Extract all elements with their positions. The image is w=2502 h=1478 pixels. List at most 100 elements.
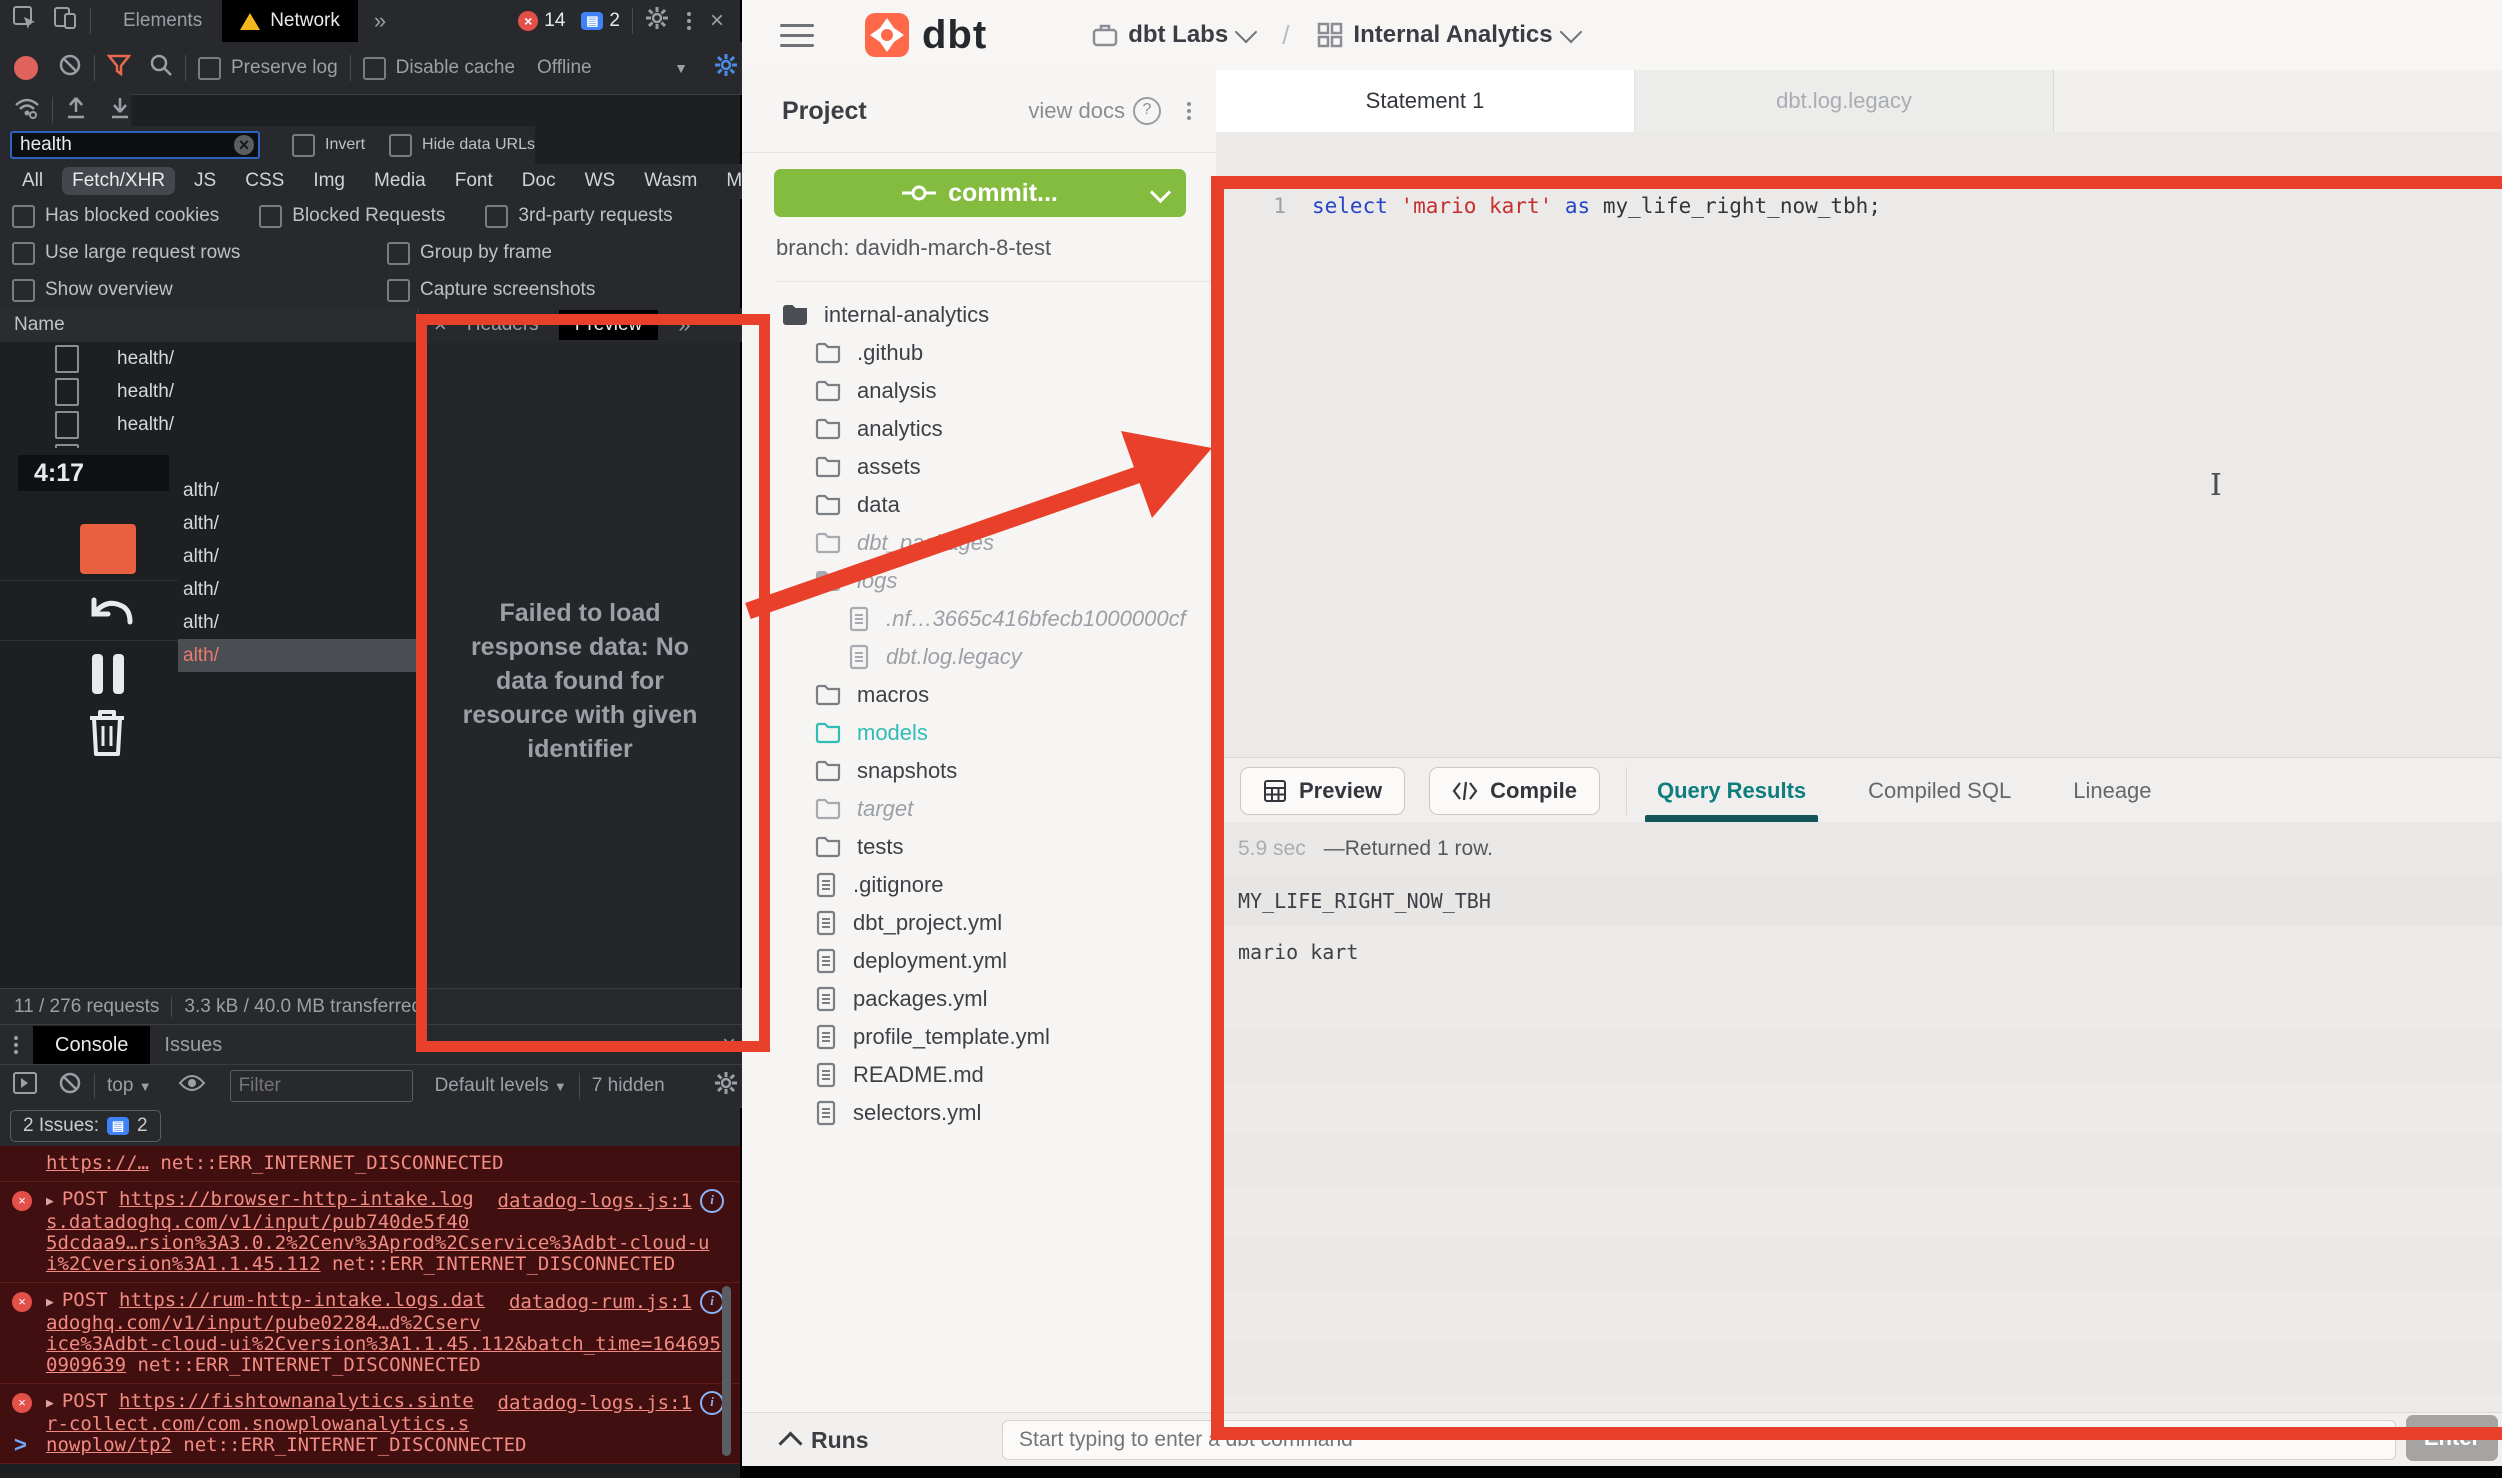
tree-item-target[interactable]: target (742, 790, 1216, 828)
tab-network[interactable]: Network (222, 0, 358, 42)
type-filter-doc[interactable]: Doc (512, 167, 566, 195)
error-count-badge[interactable]: × 14 (518, 10, 565, 32)
type-filter-css[interactable]: CSS (235, 167, 294, 195)
project-switcher[interactable]: Internal Analytics (1317, 21, 1578, 49)
request-row[interactable]: health/ (0, 408, 418, 441)
network-filter-input[interactable] (10, 131, 260, 159)
record-icon[interactable] (14, 56, 38, 80)
invert-checkbox[interactable]: Invert (292, 134, 365, 157)
commit-button[interactable]: commit... (774, 169, 1186, 217)
tree-item-models[interactable]: models (742, 714, 1216, 752)
tree-item-logs[interactable]: logs (742, 562, 1216, 600)
request-row[interactable]: health/ (0, 342, 418, 375)
close-detail-icon[interactable]: × (434, 312, 447, 338)
tree-item-dbt_project.yml[interactable]: dbt_project.yml (742, 904, 1216, 942)
context-select[interactable]: top ▼ (107, 1075, 152, 1097)
console-filter-input[interactable] (230, 1070, 413, 1102)
issues-chip[interactable]: 2 Issues: ▤ 2 (10, 1110, 161, 1142)
source-file-link[interactable]: datadog-rum.js:1 (509, 1292, 692, 1313)
expand-icon[interactable]: ▶ (46, 1295, 54, 1310)
console-error-row[interactable]: ×datadog-logs.js:1i▶POST https://browser… (0, 1182, 740, 1283)
settings-gear-icon[interactable] (645, 6, 669, 36)
hide-data-urls-checkbox[interactable]: Hide data URLs (389, 134, 535, 157)
clear-filter-icon[interactable]: × (234, 135, 254, 155)
expand-icon[interactable]: ▶ (46, 1194, 54, 1209)
console-error-row[interactable]: ×datadog-logs.js:1i▶POST https://fishtow… (0, 1384, 740, 1464)
tab-console[interactable]: Console (33, 1026, 150, 1065)
clear-icon[interactable] (58, 53, 82, 83)
throttling-select[interactable]: Offline (537, 57, 592, 79)
group-by-frame-checkbox[interactable]: Group by frame (387, 242, 552, 265)
console-error-row[interactable]: ×datadog-rum.js:1i▶POST https://rum-http… (0, 1283, 740, 1384)
type-filter-img[interactable]: Img (303, 167, 355, 195)
tree-item-selectors.yml[interactable]: selectors.yml (742, 1094, 1216, 1132)
type-filter-js[interactable]: JS (184, 167, 226, 195)
type-filter-font[interactable]: Font (445, 167, 503, 195)
tree-item-README.md[interactable]: README.md (742, 1056, 1216, 1094)
dbt-logo[interactable]: dbt (862, 10, 987, 60)
close-console-icon[interactable]: × (722, 1031, 736, 1059)
preview-button[interactable]: Preview (1240, 767, 1405, 815)
device-toolbar-icon[interactable] (52, 5, 78, 37)
request-row[interactable]: health/ (0, 375, 418, 408)
name-column-header[interactable]: Name (0, 308, 419, 343)
view-docs-link[interactable]: view docs ? (1028, 97, 1161, 125)
commit-dropdown-icon[interactable] (1150, 182, 1171, 203)
result-row[interactable]: mario kart (1216, 926, 2502, 979)
tree-item-tests[interactable]: tests (742, 828, 1216, 866)
editor-tab-dbt-log-legacy[interactable]: dbt.log.legacy (1635, 70, 2054, 132)
tree-item-profile_template.yml[interactable]: profile_template.yml (742, 1018, 1216, 1056)
undo-icon[interactable] (84, 592, 134, 637)
network-settings-gear-icon[interactable] (714, 53, 738, 83)
network-conditions-icon[interactable] (14, 97, 40, 124)
dbt-command-input[interactable] (1002, 1420, 2396, 1460)
close-devtools-icon[interactable]: × (710, 7, 724, 35)
type-filter-all[interactable]: All (12, 167, 53, 195)
search-icon[interactable] (149, 53, 173, 83)
compile-button[interactable]: Compile (1429, 767, 1600, 815)
import-har-icon[interactable] (65, 96, 87, 125)
show-overview-checkbox[interactable]: Show overview (12, 279, 173, 302)
runs-toggle[interactable]: Runs (782, 1427, 869, 1454)
error-source-link[interactable]: datadog-logs.js:1 i (498, 1189, 724, 1213)
error-source-link[interactable]: datadog-logs.js:1i (498, 1391, 724, 1415)
tab-issues[interactable]: Issues (164, 1034, 222, 1057)
tree-item-data[interactable]: data (742, 486, 1216, 524)
hamburger-menu-icon[interactable] (780, 24, 814, 47)
tab-lineage[interactable]: Lineage (2073, 758, 2151, 823)
info-icon[interactable]: i (700, 1189, 724, 1213)
tree-item-.github[interactable]: .github (742, 334, 1216, 372)
type-filter-media[interactable]: Media (364, 167, 436, 195)
type-filter-fetchxhr[interactable]: Fetch/XHR (62, 167, 175, 195)
tree-item-packages.yml[interactable]: packages.yml (742, 980, 1216, 1018)
enter-button[interactable]: Enter (2406, 1415, 2498, 1461)
console-settings-gear-icon[interactable] (714, 1071, 738, 1101)
tree-item-internal-analytics[interactable]: internal-analytics (742, 296, 1216, 334)
tree-item-deployment.yml[interactable]: deployment.yml (742, 942, 1216, 980)
type-filter-wasm[interactable]: Wasm (634, 167, 707, 195)
console-scrollbar[interactable] (722, 1286, 731, 1456)
console-error-row[interactable]: https://… net::ERR_INTERNET_DISCONNECTED (0, 1146, 740, 1182)
tree-item-snapshots[interactable]: snapshots (742, 752, 1216, 790)
source-file-link[interactable]: datadog-logs.js:1 (498, 1191, 692, 1212)
tree-item-dbt.log.legacy[interactable]: dbt.log.legacy (742, 638, 1216, 676)
disable-cache-checkbox[interactable]: Disable cache (363, 57, 515, 80)
more-tabs-icon[interactable]: » (374, 8, 386, 34)
tree-item-.gitignore[interactable]: .gitignore (742, 866, 1216, 904)
account-switcher[interactable]: dbt Labs (1092, 21, 1254, 49)
stop-recording-icon[interactable] (80, 524, 136, 574)
tab-headers[interactable]: Headers (467, 314, 539, 336)
error-url-link[interactable]: https://… (46, 1152, 149, 1174)
console-sidebar-icon[interactable] (12, 1071, 38, 1101)
more-detail-tabs-icon[interactable]: » (678, 312, 690, 338)
filter-funnel-icon[interactable] (107, 53, 131, 83)
editor-tab-statement-1[interactable]: Statement 1 (1216, 70, 1635, 132)
has-blocked-cookies-checkbox[interactable]: Has blocked cookies (12, 205, 219, 228)
console-kebab-icon[interactable] (14, 1036, 19, 1054)
clear-console-icon[interactable] (58, 1071, 82, 1101)
tree-item-.nf3665c416bfecb1000000cf[interactable]: .nf…3665c416bfecb1000000cf (742, 600, 1216, 638)
kebab-menu-icon[interactable] (687, 12, 692, 30)
tree-item-analytics[interactable]: analytics (742, 410, 1216, 448)
export-har-icon[interactable] (109, 96, 131, 125)
pause-icon[interactable] (88, 652, 128, 701)
